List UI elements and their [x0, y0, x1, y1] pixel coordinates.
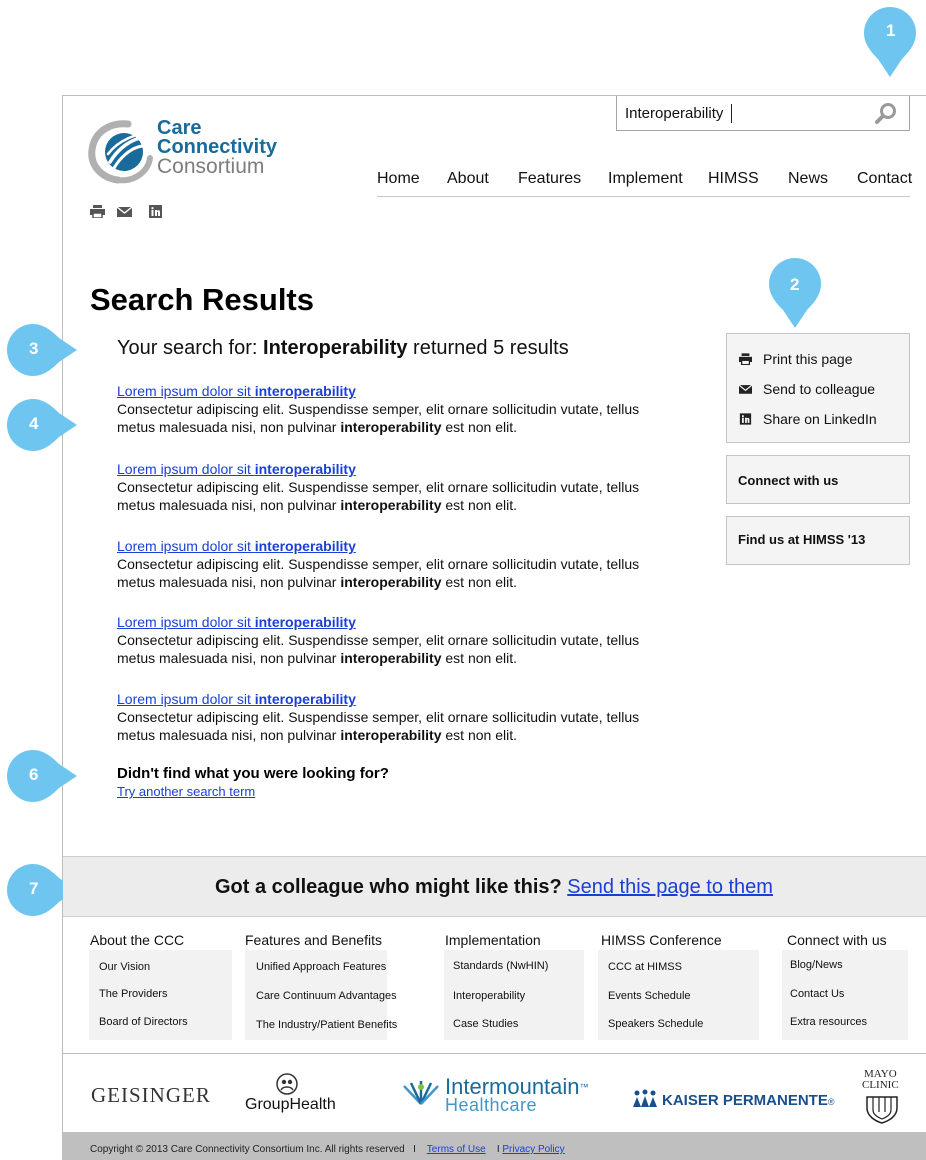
result-snippet-line-1: Consectetur adipiscing elit. Suspendisse…	[117, 401, 640, 417]
intermountain-logo[interactable]: Intermountain™ Healthcare	[445, 1076, 589, 1115]
footer-heading-features: Features and Benefits	[245, 932, 382, 948]
search-input[interactable]	[625, 103, 855, 123]
logo-text[interactable]: Care Connectivity Consortium	[157, 118, 277, 178]
no-match-heading: Didn't find what you were looking for?	[117, 765, 389, 782]
footer-heading-connect: Connect with us	[787, 932, 887, 948]
result-snippet-line-2: metus malesuada nisi, non pulvinar inter…	[117, 574, 517, 590]
search-icon	[875, 103, 896, 124]
search-summary: Your search for: Interoperability return…	[117, 337, 569, 359]
result-snippet-line-1: Consectetur adipiscing elit. Suspendisse…	[117, 556, 640, 572]
privacy-policy-link[interactable]: Privacy Policy	[502, 1144, 564, 1155]
result-snippet-line-1: Consectetur adipiscing elit. Suspendisse…	[117, 709, 640, 725]
kaiser-permanente-logo[interactable]: KAISER PERMANENTE®	[662, 1092, 835, 1109]
result-title-link[interactable]: Lorem ipsum dolor sit interoperability	[117, 614, 647, 631]
mail-icon	[739, 384, 752, 394]
kaiser-figures-icon	[633, 1089, 657, 1107]
footer-column-features: Unified Approach Features Care Continuum…	[245, 950, 397, 1040]
search-box	[616, 96, 910, 131]
share-prompt: Got a colleague who might like this? Sen…	[215, 876, 773, 898]
result-item: Lorem ipsum dolor sit interoperability C…	[117, 691, 647, 744]
intermountain-burst-icon	[403, 1081, 439, 1105]
mayo-clinic-logo[interactable]: MAYO CLINIC	[862, 1069, 899, 1091]
callout-marker-1: 1	[862, 7, 918, 77]
page-actions-box: Print this page Send to colleague Share …	[726, 333, 910, 443]
logo-mark-icon	[88, 120, 153, 184]
grouphealth-logo[interactable]: GroupHealth	[245, 1096, 336, 1114]
page-title: Search Results	[90, 282, 314, 317]
search-button[interactable]	[873, 101, 899, 127]
result-item: Lorem ipsum dolor sit interoperability C…	[117, 383, 647, 436]
nav-divider	[377, 196, 910, 197]
result-item: Lorem ipsum dolor sit interoperability C…	[117, 538, 647, 591]
footer-link[interactable]: The Providers	[99, 988, 167, 1000]
footer-link[interactable]: Unified Approach Features	[256, 961, 386, 973]
footer-column-himss: CCC at HIMSS Events Schedule Speakers Sc…	[598, 950, 759, 1040]
result-title-link[interactable]: Lorem ipsum dolor sit interoperability	[117, 383, 647, 400]
footer-link[interactable]: Interoperability	[453, 990, 525, 1002]
result-item: Lorem ipsum dolor sit interoperability C…	[117, 461, 647, 514]
nav-contact[interactable]: Contact	[857, 170, 912, 188]
footer-link[interactable]: Extra resources	[790, 1016, 867, 1028]
footer-column-about: Our Vision The Providers Board of Direct…	[89, 950, 232, 1040]
callout-marker-6: 6	[7, 748, 77, 804]
footer-column-connect: Blog/News Contact Us Extra resources	[782, 950, 908, 1040]
nav-implement[interactable]: Implement	[608, 170, 683, 188]
nav-home[interactable]: Home	[377, 170, 420, 188]
footer-link[interactable]: CCC at HIMSS	[608, 961, 682, 973]
result-snippet-line-2: metus malesuada nisi, non pulvinar inter…	[117, 650, 517, 666]
send-page-link[interactable]: Send this page to them	[567, 876, 773, 898]
footer-link[interactable]: Our Vision	[99, 961, 150, 973]
footer-link[interactable]: The Industry/Patient Benefits	[256, 1019, 397, 1031]
himss-heading: Find us at HIMSS '13	[738, 532, 866, 547]
result-title-link[interactable]: Lorem ipsum dolor sit interoperability	[117, 691, 647, 708]
print-icon	[739, 353, 752, 365]
nav-about[interactable]: About	[447, 170, 489, 188]
footer-heading-about: About the CCC	[90, 932, 185, 948]
footer-link[interactable]: Speakers Schedule	[608, 1018, 703, 1030]
result-title-link[interactable]: Lorem ipsum dolor sit interoperability	[117, 461, 647, 478]
nav-news[interactable]: News	[788, 170, 828, 188]
callout-marker-4: 4	[7, 397, 77, 453]
text-caret	[731, 104, 732, 123]
terms-of-use-link[interactable]: Terms of Use	[427, 1144, 486, 1155]
result-snippet-line-1: Consectetur adipiscing elit. Suspendisse…	[117, 632, 640, 648]
mail-icon[interactable]	[117, 205, 132, 218]
search-term: Interoperability	[263, 337, 408, 359]
nav-himss[interactable]: HIMSS	[708, 170, 759, 188]
footer-divider	[63, 1053, 926, 1054]
footer-link[interactable]: Case Studies	[453, 1018, 518, 1030]
footer-heading-himss: HIMSS Conference	[601, 932, 722, 948]
grouphealth-emblem-icon	[276, 1073, 298, 1095]
footer-link[interactable]: Blog/News	[790, 959, 843, 971]
try-another-search-link[interactable]: Try another search term	[117, 784, 255, 799]
callout-marker-2: 2	[767, 258, 823, 328]
result-item: Lorem ipsum dolor sit interoperability C…	[117, 614, 647, 667]
footer-link[interactable]: Board of Directors	[99, 1016, 188, 1028]
linkedin-icon	[739, 413, 752, 425]
himss-box[interactable]: Find us at HIMSS '13	[726, 516, 910, 565]
footer-link[interactable]: Contact Us	[790, 988, 844, 1000]
result-snippet-line-1: Consectetur adipiscing elit. Suspendisse…	[117, 479, 640, 495]
callout-marker-7: 7	[7, 862, 77, 918]
nav-features[interactable]: Features	[518, 170, 581, 188]
connect-heading: Connect with us	[738, 473, 839, 488]
footer-link[interactable]: Care Continuum Advantages	[256, 990, 397, 1002]
footer-column-implementation: Standards (NwHIN) Interoperability Case …	[444, 950, 584, 1040]
footer-heading-implementation: Implementation	[445, 932, 541, 948]
copyright-text: Copyright © 2013 Care Connectivity Conso…	[90, 1144, 405, 1155]
result-title-link[interactable]: Lorem ipsum dolor sit interoperability	[117, 538, 647, 555]
footer-link[interactable]: Standards (NwHIN)	[453, 960, 548, 972]
logo-line-consortium: Consortium	[157, 155, 265, 178]
print-icon[interactable]	[90, 205, 105, 218]
result-snippet-line-2: metus malesuada nisi, non pulvinar inter…	[117, 419, 517, 435]
mayo-shield-icon	[866, 1096, 898, 1124]
connect-box[interactable]: Connect with us	[726, 455, 910, 504]
footer-link[interactable]: Events Schedule	[608, 990, 691, 1002]
geisinger-logo[interactable]: GEISINGER	[91, 1083, 211, 1108]
result-snippet-line-2: metus malesuada nisi, non pulvinar inter…	[117, 727, 517, 743]
callout-marker-3: 3	[7, 322, 77, 378]
copyright-line: Copyright © 2013 Care Connectivity Conso…	[90, 1144, 565, 1155]
linkedin-icon[interactable]	[148, 205, 163, 218]
result-snippet-line-2: metus malesuada nisi, non pulvinar inter…	[117, 497, 517, 513]
